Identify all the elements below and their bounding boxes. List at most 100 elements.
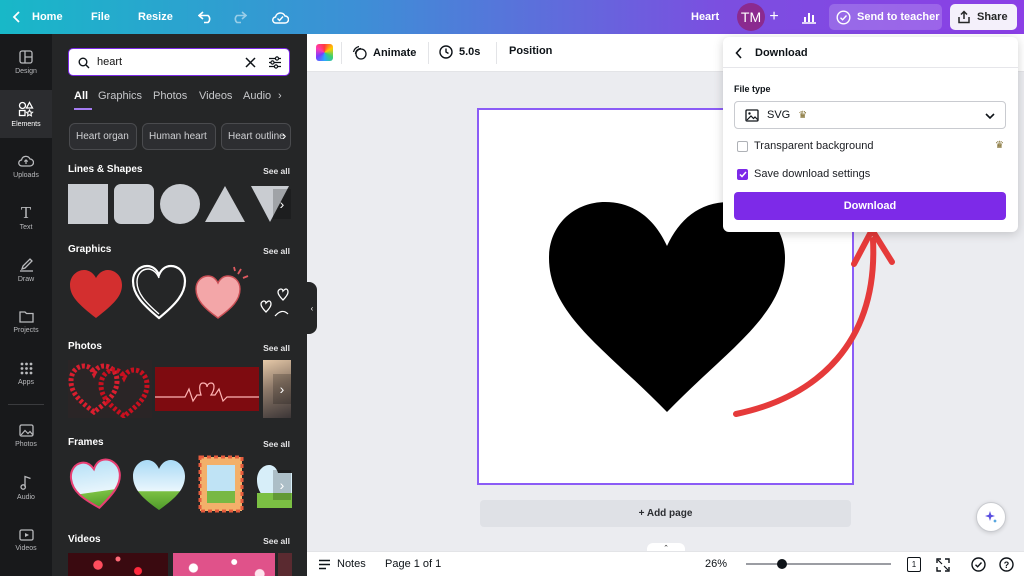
resize-button[interactable]: Resize — [138, 0, 173, 34]
pink-hearts-video[interactable] — [173, 553, 275, 576]
download-button[interactable]: Download — [734, 192, 1006, 220]
file-type-select[interactable]: SVG ♛ — [734, 101, 1006, 129]
chip-heart-organ[interactable]: Heart organ — [69, 123, 137, 150]
circle-shape[interactable] — [160, 184, 200, 224]
fullscreen-icon[interactable] — [936, 558, 950, 572]
category-tabs: All Graphics Photos Videos Audio — [74, 90, 294, 106]
clear-icon[interactable] — [245, 57, 256, 68]
text-icon: T — [20, 203, 31, 222]
heart-frame-tilted[interactable] — [68, 454, 126, 512]
see-all-graphics[interactable]: See all — [263, 246, 290, 256]
rail-label: Design — [15, 67, 37, 75]
hearts-border-frame[interactable] — [198, 455, 244, 513]
position-button[interactable]: Position — [509, 45, 552, 57]
rail-item-elements[interactable]: Elements — [0, 90, 52, 138]
save-settings-checkbox[interactable] — [737, 169, 748, 180]
rail-label: Projects — [13, 327, 39, 334]
save-settings-label: Save download settings — [754, 168, 871, 180]
cloud-save-icon[interactable] — [270, 7, 290, 27]
download-title: Download — [755, 47, 808, 59]
page-indicator[interactable]: Page 1 of 1 — [385, 558, 441, 570]
square-shape[interactable] — [68, 184, 108, 224]
shapes-next-icon[interactable]: › — [273, 189, 291, 219]
document-title[interactable]: Heart — [691, 0, 719, 34]
red-hearts-video[interactable] — [68, 553, 168, 576]
outline-heart-graphic[interactable] — [130, 262, 188, 322]
svg-text:?: ? — [1004, 560, 1010, 570]
rail-item-audio[interactable]: Audio — [0, 464, 52, 512]
search-input[interactable]: heart — [97, 56, 122, 68]
see-all-frames[interactable]: See all — [263, 439, 290, 449]
pink-heart-graphic[interactable] — [192, 266, 250, 322]
file-menu[interactable]: File — [91, 0, 110, 34]
image-file-icon — [745, 108, 759, 122]
videos-icon — [18, 528, 34, 541]
partial-video-thumbnail[interactable] — [278, 553, 292, 576]
triangle-shape[interactable] — [204, 184, 246, 224]
tab-graphics[interactable]: Graphics — [98, 90, 142, 102]
insights-chart-icon[interactable] — [799, 7, 819, 27]
doc-title-text: Heart — [691, 11, 720, 23]
share-button[interactable]: Share — [950, 4, 1017, 30]
heart-frame[interactable] — [130, 456, 188, 512]
magic-sparkle-button[interactable] — [976, 502, 1006, 532]
transparent-background-checkbox[interactable] — [737, 141, 748, 152]
animate-button[interactable]: Animate — [352, 45, 416, 60]
undo-icon[interactable] — [196, 7, 216, 27]
tabs-chevron-right-icon[interactable]: › — [278, 90, 282, 102]
check-status-icon[interactable] — [971, 557, 986, 572]
help-icon[interactable]: ? — [999, 557, 1014, 572]
rail-item-projects[interactable]: Projects — [0, 298, 52, 346]
chips-chevron-right-icon[interactable]: › — [282, 128, 286, 143]
page-grid-button[interactable]: 1 — [907, 557, 921, 572]
send-to-teacher-button[interactable]: Send to teacher — [829, 4, 942, 30]
pro-crown-icon: ♛ — [995, 140, 1004, 151]
zoom-level[interactable]: 26% — [705, 558, 727, 570]
tab-videos[interactable]: Videos — [199, 90, 232, 102]
see-all-lines-shapes[interactable]: See all — [263, 166, 290, 176]
chip-heart-outline[interactable]: Heart outline — [221, 123, 291, 150]
rail-item-videos[interactable]: Videos — [0, 516, 52, 564]
zoom-label: 26% — [705, 558, 728, 570]
avatar[interactable]: TM — [737, 3, 765, 31]
rail-item-draw[interactable]: Draw — [0, 246, 52, 294]
add-collaborator-icon[interactable]: + — [764, 7, 784, 27]
zoom-slider-handle[interactable] — [777, 559, 787, 569]
filter-settings-icon[interactable] — [268, 56, 282, 69]
duration-label: 5.0s — [459, 46, 481, 58]
see-all-videos[interactable]: See all — [263, 536, 290, 546]
section-title-graphics: Graphics — [68, 244, 112, 255]
frames-next-icon[interactable]: › — [273, 470, 291, 500]
redo-icon[interactable] — [229, 7, 249, 27]
tab-audio[interactable]: Audio — [243, 90, 271, 102]
zoom-slider-track[interactable] — [746, 563, 891, 565]
rail-item-text[interactable]: T Text — [0, 194, 52, 242]
home-button[interactable]: Home — [12, 0, 63, 34]
heartbeat-line-photo[interactable] — [155, 367, 259, 411]
elements-panel: heart All Graphics Photos Videos Audio ›… — [52, 34, 307, 576]
color-picker-swatch[interactable] — [316, 44, 333, 61]
chip-human-heart[interactable]: Human heart — [142, 123, 216, 150]
rail-item-photos[interactable]: Photos — [0, 412, 52, 460]
photos-next-icon[interactable]: › — [273, 374, 291, 404]
rounded-square-shape[interactable] — [114, 184, 154, 224]
add-page-button[interactable]: + Add page — [480, 500, 851, 527]
tab-all[interactable]: All — [74, 90, 88, 102]
collapse-panel-handle[interactable]: ‹ — [307, 282, 317, 334]
search-box[interactable]: heart — [68, 48, 290, 76]
rail-item-uploads[interactable]: Uploads — [0, 142, 52, 190]
tab-photos[interactable]: Photos — [153, 90, 187, 102]
rail-item-design[interactable]: Design — [0, 38, 52, 86]
notes-button[interactable]: Notes — [318, 558, 366, 570]
rose-hearts-photo[interactable] — [68, 360, 152, 418]
back-chevron-icon[interactable] — [735, 47, 743, 59]
red-heart-graphic[interactable] — [68, 268, 124, 320]
download-panel: Download File type SVG ♛ Transparent bac… — [723, 37, 1018, 232]
doodle-hearts-graphic[interactable] — [258, 286, 292, 320]
bottom-bar: Notes Page 1 of 1 26% 1 ? — [307, 551, 1024, 576]
duration-button[interactable]: 5.0s — [439, 45, 480, 59]
see-all-photos[interactable]: See all — [263, 343, 290, 353]
position-label: Position — [509, 45, 553, 57]
rail-label: Elements — [11, 120, 41, 128]
rail-item-apps[interactable]: Apps — [0, 350, 52, 398]
